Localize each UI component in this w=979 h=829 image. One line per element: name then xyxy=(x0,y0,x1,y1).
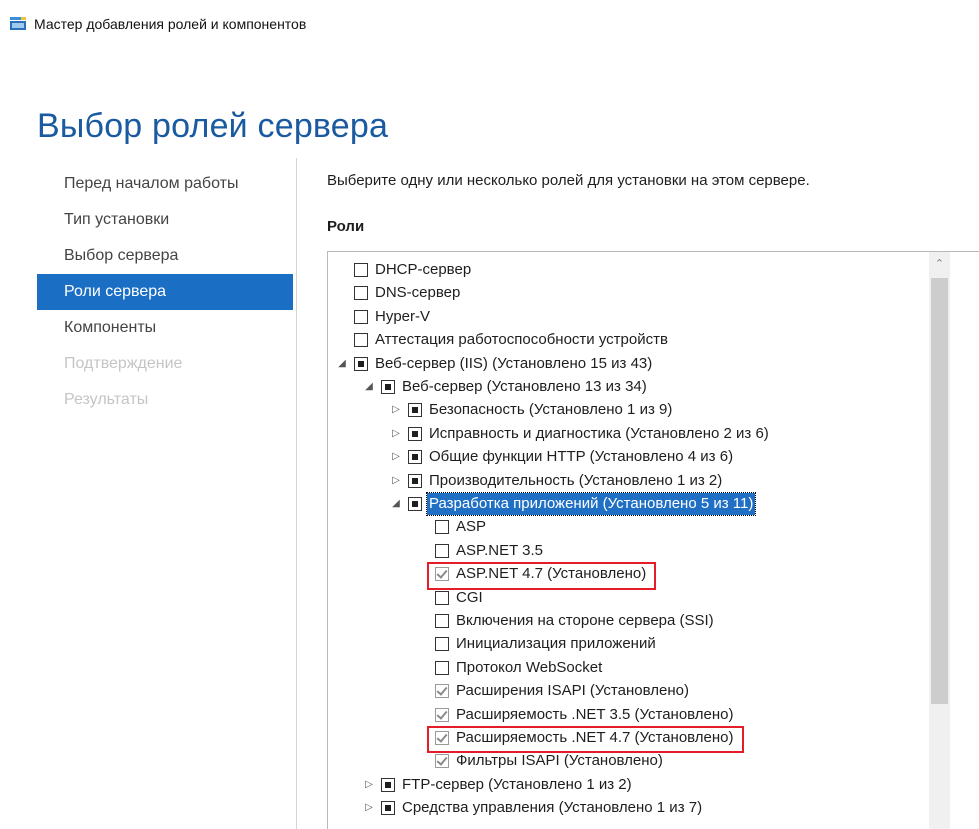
role-row[interactable]: ◢ Веб-сервер (Установлено 13 из 34) xyxy=(328,376,928,398)
nav-item-5: Подтверждение xyxy=(64,355,183,372)
role-checkbox[interactable] xyxy=(408,450,422,465)
role-row[interactable]: ◢ Веб-сервер (IIS) (Установлено 15 из 43) xyxy=(328,353,928,375)
role-label: Аттестация работоспособности устройств xyxy=(375,331,668,349)
nav-item-2[interactable]: Выбор сервера xyxy=(37,238,293,274)
expanded-arrow-icon[interactable]: ◢ xyxy=(336,353,348,375)
role-checkbox[interactable] xyxy=(435,684,449,699)
role-label: Безопасность (Установлено 1 из 9) xyxy=(429,401,673,419)
role-label: Hyper-V xyxy=(375,307,431,325)
role-label: Разработка приложений (Установлено 5 из … xyxy=(425,492,757,516)
role-row[interactable]: Hyper-V xyxy=(328,306,928,328)
roles-scrollbar[interactable]: ⌃ xyxy=(929,252,950,829)
role-row[interactable]: DHCP-сервер xyxy=(328,259,928,281)
role-row[interactable]: ASP.NET 3.5 xyxy=(328,540,928,562)
collapsed-arrow-icon[interactable]: ▷ xyxy=(363,797,375,819)
role-label: Фильтры ISAPI (Установлено) xyxy=(456,752,663,770)
red-highlight-box xyxy=(427,726,744,754)
role-row[interactable]: ▷ Безопасность (Установлено 1 из 9) xyxy=(328,399,928,421)
instruction-text: Выберите одну или несколько ролей для ус… xyxy=(327,172,810,189)
role-label: DHCP-сервер xyxy=(375,261,472,278)
role-checkbox[interactable] xyxy=(435,543,449,558)
role-checkbox[interactable] xyxy=(435,614,449,628)
role-checkbox[interactable] xyxy=(354,286,368,301)
role-label: Веб-сервер (IIS) (Установлено 15 из 43) xyxy=(375,354,653,372)
nav-item-4[interactable]: Компоненты xyxy=(37,310,293,346)
page-title: Выбор ролей сервера xyxy=(37,106,389,145)
collapsed-arrow-icon[interactable]: ▷ xyxy=(363,774,375,796)
role-row[interactable]: Расширяемость .NET 3.5 (Установлено) xyxy=(328,704,928,726)
role-label: Производительность (Установлено 1 из 2) xyxy=(429,471,723,489)
role-checkbox[interactable] xyxy=(408,403,422,418)
role-checkbox[interactable] xyxy=(408,426,422,441)
role-checkbox[interactable] xyxy=(381,777,395,792)
role-label: DNS-сервер xyxy=(375,284,461,302)
role-checkbox[interactable] xyxy=(435,637,449,652)
collapsed-arrow-icon[interactable]: ▷ xyxy=(390,470,402,492)
collapsed-arrow-icon[interactable]: ▷ xyxy=(390,446,402,468)
role-row[interactable]: DNS-сервер xyxy=(328,282,928,304)
role-row[interactable]: Фильтры ISAPI (Установлено) xyxy=(328,750,928,772)
role-row[interactable]: ASP xyxy=(328,516,928,538)
role-checkbox[interactable] xyxy=(354,309,368,324)
role-row[interactable]: Аттестация работоспособности устройств xyxy=(328,329,928,351)
role-checkbox[interactable] xyxy=(354,263,368,277)
role-label: Веб-сервер (Установлено 13 из 34) xyxy=(402,378,647,395)
role-row[interactable]: Включения на стороне сервера (SSI) xyxy=(328,610,928,632)
expanded-arrow-icon[interactable]: ◢ xyxy=(390,493,402,515)
scroll-thumb[interactable] xyxy=(931,278,948,704)
role-row[interactable]: Инициализация приложений xyxy=(328,633,928,655)
role-label: Расширения ISAPI (Установлено) xyxy=(456,682,689,700)
role-checkbox[interactable] xyxy=(435,707,449,722)
roles-tree[interactable]: DHCP-сервер DNS-сервер Hyper-V Аттестация р… xyxy=(327,251,979,829)
role-checkbox[interactable] xyxy=(408,497,422,511)
red-highlight-box xyxy=(427,562,656,590)
role-checkbox[interactable] xyxy=(354,333,368,348)
role-label: Исправность и диагностика (Установлено 2… xyxy=(429,424,769,442)
nav-item-1[interactable]: Тип установки xyxy=(37,202,293,238)
title-bar: Мастер добавления ролей и компонентов xyxy=(0,0,979,50)
roles-label: Роли xyxy=(327,218,365,235)
server-wizard-icon xyxy=(10,17,26,30)
role-row[interactable]: ▷ Производительность (Установлено 1 из 2) xyxy=(328,470,928,492)
role-label: CGI xyxy=(456,588,483,606)
role-row[interactable]: CGI xyxy=(328,587,928,609)
collapsed-arrow-icon[interactable]: ▷ xyxy=(390,423,402,445)
role-label: ASP.NET 3.5 xyxy=(456,541,543,559)
role-checkbox[interactable] xyxy=(435,590,449,605)
role-checkbox[interactable] xyxy=(381,801,395,816)
role-row[interactable]: ▷ Средства управления (Установлено 1 из 7… xyxy=(328,797,928,819)
nav-item-0[interactable]: Перед началом работы xyxy=(37,166,293,202)
nav-item-6: Результаты xyxy=(64,391,149,408)
window-title: Мастер добавления ролей и компонентов xyxy=(34,16,307,32)
role-label: Протокол WebSocket xyxy=(456,658,603,676)
role-label: Включения на стороне сервера (SSI) xyxy=(456,612,714,629)
expanded-arrow-icon[interactable]: ◢ xyxy=(363,376,375,398)
role-checkbox[interactable] xyxy=(381,380,395,394)
role-label: Расширяемость .NET 3.5 (Установлено) xyxy=(456,705,734,723)
collapsed-arrow-icon[interactable]: ▷ xyxy=(390,399,402,421)
role-label: Инициализация приложений xyxy=(456,635,656,653)
role-checkbox[interactable] xyxy=(408,473,422,488)
role-row[interactable]: ▷ FTP-сервер (Установлено 1 из 2) xyxy=(328,774,928,796)
role-checkbox[interactable] xyxy=(435,754,449,769)
role-label: Общие функции HTTP (Установлено 4 из 6) xyxy=(429,448,734,466)
role-row[interactable]: Протокол WebSocket xyxy=(328,657,928,679)
role-row[interactable]: Расширения ISAPI (Установлено) xyxy=(328,680,928,702)
nav-divider xyxy=(296,158,297,829)
role-checkbox[interactable] xyxy=(435,520,449,535)
role-row[interactable]: ▷ Исправность и диагностика (Установлено … xyxy=(328,423,928,445)
scroll-up-icon[interactable]: ⌃ xyxy=(929,252,950,276)
role-label: Средства управления (Установлено 1 из 7) xyxy=(402,799,703,817)
role-row[interactable]: ▷ Общие функции HTTP (Установлено 4 из 6) xyxy=(328,446,928,468)
role-row[interactable]: ◢ Разработка приложений (Установлено 5 из… xyxy=(328,492,928,516)
role-checkbox[interactable] xyxy=(435,660,449,675)
role-checkbox[interactable] xyxy=(354,356,368,371)
role-label: FTP-сервер (Установлено 1 из 2) xyxy=(402,775,632,793)
role-label: ASP xyxy=(456,518,487,536)
wizard-steps-nav: Перед началом работы Тип установки Выбор с… xyxy=(37,166,293,418)
nav-item-3[interactable]: Роли сервера xyxy=(37,274,293,310)
